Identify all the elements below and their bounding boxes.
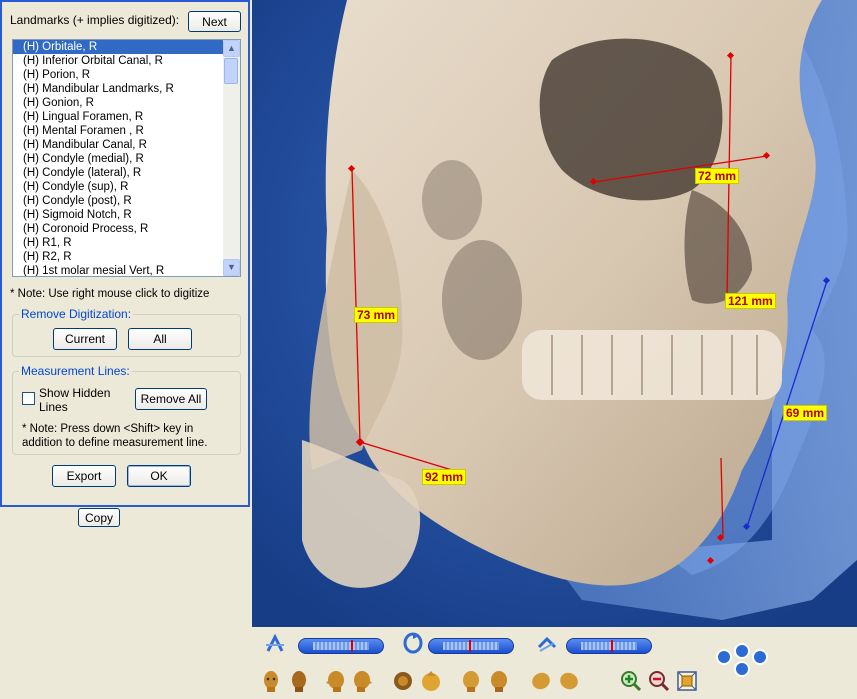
head-tilt-up-icon[interactable] [530, 669, 552, 693]
copy-button[interactable]: Copy [78, 508, 120, 527]
skull-render [252, 0, 857, 627]
next-button[interactable]: Next [188, 11, 241, 32]
remove-digitization-group: Remove Digitization: Current All [12, 307, 241, 357]
measure-label-69: 69 mm [783, 405, 828, 421]
scroll-up-button[interactable]: ▲ [223, 40, 240, 57]
head-left-icon[interactable] [324, 669, 346, 693]
landmarks-panel: Landmarks (+ implies digitized): Next (H… [0, 0, 250, 507]
head-left-oblique-icon[interactable] [460, 669, 482, 693]
rotate-y-icon[interactable] [402, 631, 424, 655]
current-button[interactable]: Current [53, 328, 117, 350]
remove-digitization-label: Remove Digitization: [19, 307, 134, 321]
remove-all-button[interactable]: Remove All [135, 388, 207, 410]
list-item[interactable]: (H) Mandibular Landmarks, R [13, 82, 223, 96]
navigate-icon[interactable] [714, 643, 770, 679]
list-item[interactable]: (H) Sigmoid Notch, R [13, 208, 223, 222]
head-back-icon[interactable] [288, 669, 310, 693]
landmarks-label: Landmarks (+ implies digitized): [10, 13, 180, 27]
view-toolbar [252, 627, 857, 699]
list-item[interactable]: (H) R2, R [13, 250, 223, 264]
show-hidden-lines-label: Show Hidden Lines [39, 386, 110, 414]
measure-label-92: 92 mm [422, 469, 467, 485]
all-button[interactable]: All [128, 328, 192, 350]
head-front-icon[interactable] [260, 669, 282, 693]
list-item[interactable]: (H) 1st molar mesial Vert, R [13, 264, 223, 276]
measurement-lines-group: Measurement Lines: Show Hidden Lines Rem… [12, 364, 241, 455]
list-item[interactable]: (H) Condyle (post), R [13, 194, 223, 208]
head-right-oblique-icon[interactable] [488, 669, 510, 693]
show-hidden-lines-checkbox[interactable] [22, 392, 35, 405]
measurement-lines-label: Measurement Lines: [19, 364, 132, 378]
list-item[interactable]: (H) Condyle (lateral), R [13, 166, 223, 180]
list-item[interactable]: (H) Condyle (medial), R [13, 152, 223, 166]
list-item[interactable]: (H) Coronoid Process, R [13, 222, 223, 236]
measure-label-72: 72 mm [695, 168, 740, 184]
head-tilt-down-icon[interactable] [558, 669, 580, 693]
rotate-z-slider[interactable] [566, 638, 652, 654]
list-item[interactable]: (H) Lingual Foramen, R [13, 110, 223, 124]
zoom-in-icon[interactable] [620, 669, 642, 693]
ok-button[interactable]: OK [127, 465, 191, 487]
measure-label-73: 73 mm [354, 307, 399, 323]
list-item[interactable]: (H) Mandibular Canal, R [13, 138, 223, 152]
note-digitize: * Note: Use right mouse click to digitiz… [10, 288, 210, 300]
head-bottom-icon[interactable] [420, 669, 442, 693]
list-item[interactable]: (H) Mental Foramen , R [13, 124, 223, 138]
scroll-thumb[interactable] [224, 58, 238, 84]
skull-3d-viewer[interactable]: 73 mm 92 mm 72 mm 121 mm 69 mm [252, 0, 857, 627]
rotate-z-icon[interactable] [536, 633, 558, 657]
list-item[interactable]: (H) Porion, R [13, 68, 223, 82]
list-item[interactable]: (H) Inferior Orbital Canal, R [13, 54, 223, 68]
note-shift: * Note: Press down <Shift> key in additi… [22, 423, 208, 449]
list-item[interactable]: (H) R1, R [13, 236, 223, 250]
list-item[interactable]: (H) Condyle (sup), R [13, 180, 223, 194]
zoom-out-icon[interactable] [648, 669, 670, 693]
list-item[interactable]: (H) Gonion, R [13, 96, 223, 110]
measure-label-121: 121 mm [725, 293, 776, 309]
fit-icon[interactable] [676, 669, 698, 693]
head-right-icon[interactable] [352, 669, 374, 693]
show-hidden-text-1: Show Hidden [39, 386, 111, 400]
list-item[interactable]: (H) Orbitale, R [13, 40, 223, 54]
list-scrollbar[interactable]: ▲ ▼ [223, 40, 240, 276]
landmarks-list-items: (H) Orbitale, R (H) Inferior Orbital Cana… [13, 40, 223, 276]
landmarks-list[interactable]: (H) Orbitale, R (H) Inferior Orbital Cana… [12, 39, 241, 277]
export-button[interactable]: Export [52, 465, 116, 487]
show-hidden-text-2: Lines [39, 400, 68, 414]
rotate-y-slider[interactable] [428, 638, 514, 654]
rotate-x-icon[interactable] [264, 633, 286, 657]
head-top-icon[interactable] [392, 669, 414, 693]
scroll-down-button[interactable]: ▼ [223, 259, 240, 276]
rotate-x-slider[interactable] [298, 638, 384, 654]
